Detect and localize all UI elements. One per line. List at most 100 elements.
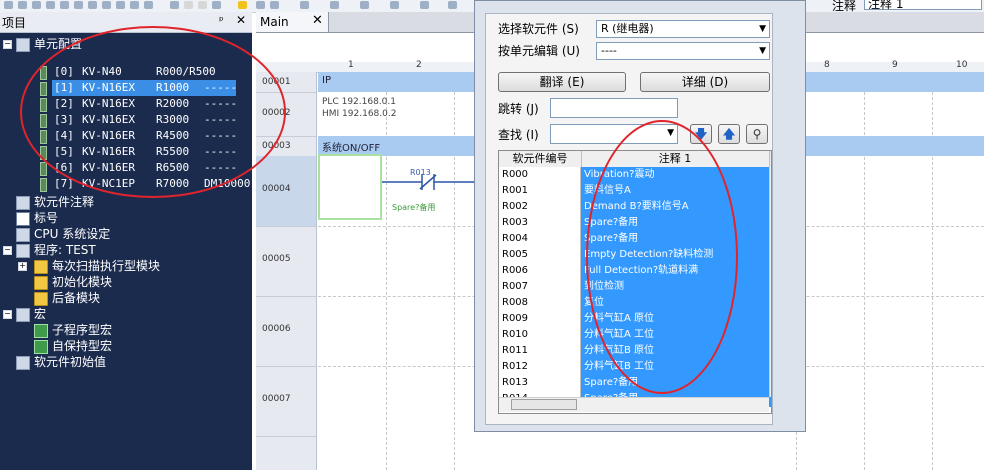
toolbar-icon[interactable] <box>390 1 399 9</box>
toolbar-icon[interactable] <box>420 1 429 9</box>
toolbar-icon[interactable] <box>88 1 97 9</box>
tree-standby-module[interactable]: 后备模块 <box>52 290 100 306</box>
comment-cell[interactable]: 分料气缸B 工位 <box>581 359 771 375</box>
tree-device-comment[interactable]: 软元件注释 <box>34 194 94 210</box>
toolbar-icon[interactable] <box>256 1 265 9</box>
table-row[interactable]: R008 复位 <box>499 295 771 312</box>
toolbar-icon[interactable] <box>198 1 207 9</box>
collapse-icon[interactable]: − <box>3 40 12 49</box>
toolbar-icon[interactable] <box>18 1 27 9</box>
toolbar-icon[interactable] <box>32 1 41 9</box>
expand-icon[interactable]: + <box>18 262 27 271</box>
scrollbar-thumb[interactable] <box>771 169 772 183</box>
tree-scan-module[interactable]: 每次扫描执行型模块 <box>52 258 160 274</box>
line-number[interactable]: 00005 <box>256 226 316 297</box>
toolbar-icon[interactable] <box>74 1 83 9</box>
tree-cpu-settings[interactable]: CPU 系统设定 <box>34 226 110 242</box>
comment-cell[interactable]: Empty Detection?缺料检测 <box>581 247 771 263</box>
device-number-cell[interactable]: R006 <box>499 263 581 279</box>
tree-label[interactable]: 标号 <box>34 210 58 226</box>
tab-main[interactable]: Main ✕ <box>256 12 329 32</box>
note-select[interactable]: 注释 1 <box>864 0 982 11</box>
pin-icon[interactable]: ᵖ <box>219 14 224 27</box>
nc-contact-symbol[interactable] <box>382 172 482 192</box>
comment-cell[interactable]: 复位 <box>581 295 771 311</box>
comment-cell[interactable]: Spare?备用 <box>581 231 771 247</box>
toolbar-icon[interactable] <box>144 1 153 9</box>
table-row[interactable]: R005 Empty Detection?缺料检测 <box>499 247 771 264</box>
toolbar-icon[interactable] <box>360 1 369 9</box>
toolbar-icon[interactable] <box>300 1 309 9</box>
tree-module-item[interactable]: [6] KV-N16ER R6500 ----- <box>52 160 252 176</box>
tree-init-module[interactable]: 初始化模块 <box>52 274 112 290</box>
comment-cell[interactable]: 到位检测 <box>581 279 771 295</box>
comment-cell[interactable]: 分料气缸B 原位 <box>581 343 771 359</box>
comment-cell[interactable]: Demand B?要料信号A <box>581 199 771 215</box>
tree-module-item[interactable]: [7] KV-NC1EP R7000 DM10000 <box>52 176 252 192</box>
table-row[interactable]: R007 到位检测 <box>499 279 771 296</box>
tree-module-item[interactable]: [3] KV-N16EX R3000 ----- <box>52 112 252 128</box>
column-device-number[interactable]: 软元件编号 <box>499 151 582 167</box>
comment-cell[interactable]: Vibration?震动 <box>581 167 771 183</box>
device-number-cell[interactable]: R009 <box>499 311 581 327</box>
scrollbar-thumb[interactable] <box>511 399 577 410</box>
toolbar-icon[interactable] <box>212 1 221 9</box>
toolbar-icon[interactable] <box>184 1 193 9</box>
tree-module-item[interactable]: [5] KV-N16ER R5500 ----- <box>52 144 252 160</box>
comment-cell[interactable]: Spare?备用 <box>581 375 771 391</box>
warning-icon[interactable] <box>238 1 247 9</box>
device-number-cell[interactable]: R010 <box>499 327 581 343</box>
unit-edit-select[interactable]: ---- ▼ <box>596 42 770 60</box>
table-row[interactable]: R003 Spare?备用 <box>499 215 771 232</box>
toolbar-icon[interactable] <box>448 1 457 9</box>
table-row[interactable]: R004 Spare?备用 <box>499 231 771 248</box>
cursor-cell[interactable] <box>318 154 382 220</box>
horizontal-scrollbar[interactable] <box>499 397 769 412</box>
device-number-cell[interactable]: R011 <box>499 343 581 359</box>
find-input[interactable]: ▼ <box>550 124 678 144</box>
line-number[interactable]: 00006 <box>256 296 316 367</box>
find-previous-icon[interactable]: 🡅 <box>718 124 740 144</box>
tree-unit-config[interactable]: 单元配置 <box>34 36 82 52</box>
column-comment-1[interactable]: 注释 1 <box>581 151 770 167</box>
toolbar-icon[interactable] <box>60 1 69 9</box>
toolbar-icon[interactable] <box>102 1 111 9</box>
table-row[interactable]: R010 分料气缸A 工位 <box>499 327 771 344</box>
line-number[interactable]: 00003 <box>256 136 316 157</box>
jump-input[interactable] <box>550 98 678 118</box>
find-next-icon[interactable]: 🡇 <box>690 124 712 144</box>
toolbar-icon[interactable] <box>270 1 279 9</box>
comment-cell[interactable]: Spare?备用 <box>581 215 771 231</box>
toolbar-icon[interactable] <box>46 1 55 9</box>
tree-module-item[interactable]: [2] KV-N16EX R2000 ----- <box>52 96 252 112</box>
table-row[interactable]: R011 分料气缸B 原位 <box>499 343 771 360</box>
comment-cell[interactable]: 要料信号A <box>581 183 771 199</box>
collapse-icon[interactable]: − <box>3 246 12 255</box>
device-number-cell[interactable]: R001 <box>499 183 581 199</box>
close-icon[interactable]: ✕ <box>236 13 246 27</box>
toolbar-icon[interactable] <box>130 1 139 9</box>
toolbar-icon[interactable] <box>170 1 179 9</box>
toolbar-icon[interactable] <box>330 1 339 9</box>
table-row[interactable]: R002 Demand B?要料信号A <box>499 199 771 216</box>
collapse-icon[interactable]: − <box>3 310 12 319</box>
comment-cell[interactable]: Full Detection?轨道料满 <box>581 263 771 279</box>
table-row[interactable]: R006 Full Detection?轨道料满 <box>499 263 771 280</box>
table-row[interactable]: R009 分料气缸A 原位 <box>499 311 771 328</box>
close-icon[interactable]: ✕ <box>312 13 323 28</box>
device-number-cell[interactable]: R012 <box>499 359 581 375</box>
toolbar-icon[interactable] <box>4 1 13 9</box>
line-number[interactable]: 00002 <box>256 92 316 137</box>
line-number[interactable]: 00001 <box>256 72 316 93</box>
translate-button[interactable]: 翻译 (E) <box>498 72 626 92</box>
table-row[interactable]: R001 要料信号A <box>499 183 771 200</box>
tree-module-item[interactable]: [0] KV-N40 R000/R500 <box>52 64 252 80</box>
toolbar-icon[interactable] <box>116 1 125 9</box>
detail-button[interactable]: 详细 (D) <box>640 72 770 92</box>
line-number[interactable]: 00004 <box>256 156 316 227</box>
comment-cell[interactable]: 分料气缸A 原位 <box>581 311 771 327</box>
tree-device-init[interactable]: 软元件初始值 <box>34 354 106 370</box>
comment-cell[interactable]: 分料气缸A 工位 <box>581 327 771 343</box>
table-row[interactable]: R012 分料气缸B 工位 <box>499 359 771 376</box>
device-number-cell[interactable]: R005 <box>499 247 581 263</box>
